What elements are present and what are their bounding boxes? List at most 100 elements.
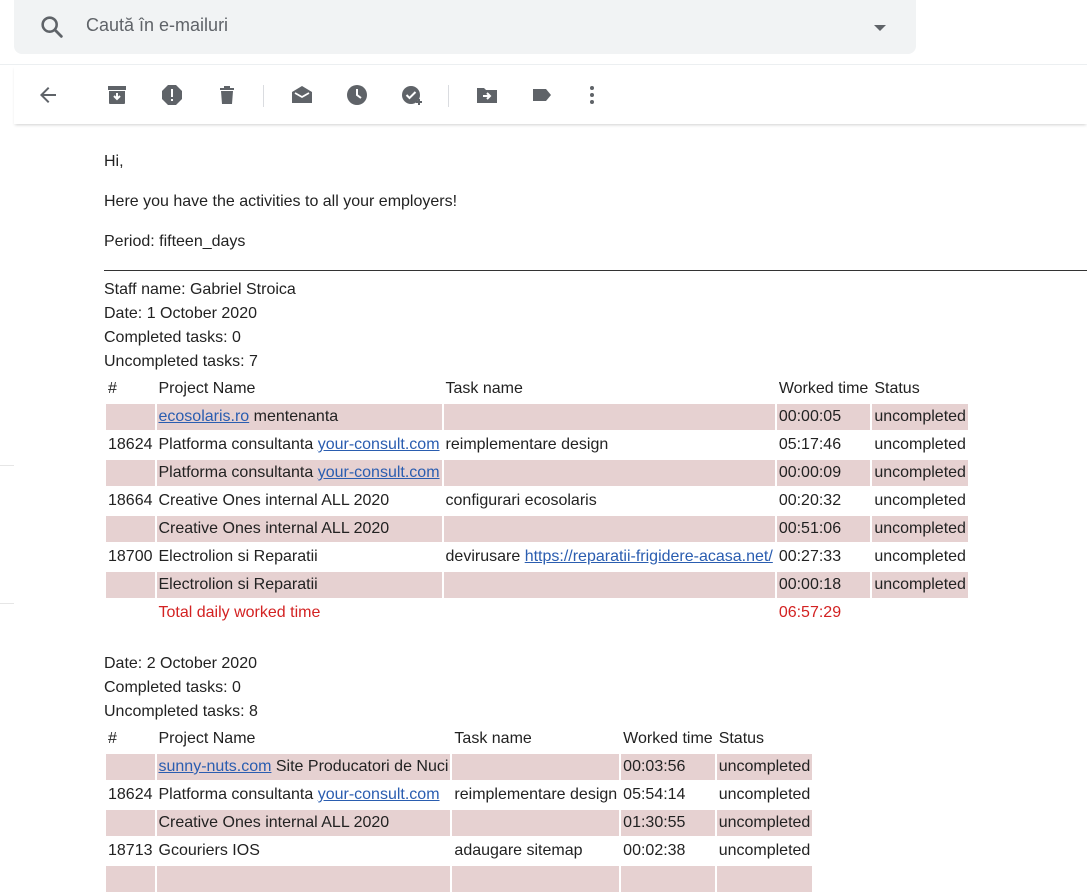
header-worked: Worked time <box>778 380 869 397</box>
task-id: 18713 <box>108 842 153 859</box>
table-row: 18624 Platforma consultanta your-consult… <box>106 432 968 458</box>
project-text: Platforma consultanta <box>158 786 318 803</box>
header-num: # <box>108 380 117 397</box>
task-id <box>106 754 155 780</box>
project-link[interactable]: your-consult.com <box>318 786 440 803</box>
task-name: adaugare sitemap <box>454 842 583 859</box>
table-row: Electrolion si Reparatii 00:00:18 uncomp… <box>106 572 968 598</box>
worked-time: 00:03:56 <box>621 754 715 780</box>
completed-count: Completed tasks: 0 <box>104 679 241 696</box>
header-task: Task name <box>445 380 523 397</box>
header-status: Status <box>718 730 765 747</box>
project-name: Creative Ones internal ALL 2020 <box>158 492 390 509</box>
task-name <box>452 810 620 836</box>
worked-time: 00:51:06 <box>776 516 871 542</box>
header-status: Status <box>874 380 920 397</box>
header-num: # <box>108 730 117 747</box>
trash-icon[interactable] <box>215 83 239 107</box>
search-bar[interactable]: Caută în e-mailuri <box>14 0 916 54</box>
toolbar-separator <box>448 85 449 107</box>
task-id <box>106 404 155 430</box>
task-id: 18624 <box>108 436 153 453</box>
table-row: 18664 Creative Ones internal ALL 2020 co… <box>106 488 968 514</box>
header-project: Project Name <box>158 730 256 747</box>
arrow-back-icon[interactable] <box>36 83 60 107</box>
project-name: Electrolion si Reparatii <box>158 548 318 565</box>
project-link[interactable]: your-consult.com <box>318 436 440 453</box>
worked-time: 05:54:14 <box>623 786 686 803</box>
period-text: Period: fifteen_days <box>104 233 246 250</box>
project-text: Platforma consultanta <box>158 436 318 453</box>
message-toolbar <box>14 66 1087 124</box>
search-input[interactable]: Caută în e-mailuri <box>86 15 228 36</box>
add-task-icon[interactable] <box>400 83 424 107</box>
project-name: Creative Ones internal ALL 2020 <box>156 810 451 836</box>
task-name <box>443 516 775 542</box>
task-name <box>443 572 775 598</box>
table-row: sunny-nuts.com Site Producatori de Nuci … <box>106 754 813 780</box>
project-text: Site Producatori de Nuci <box>271 758 449 775</box>
more-vert-icon[interactable] <box>580 83 604 107</box>
task-status: uncompleted <box>716 754 813 780</box>
day-date: Date: 1 October 2020 <box>104 305 257 322</box>
table-row <box>106 866 813 892</box>
task-name: reimplementare design <box>454 786 618 803</box>
label-icon[interactable] <box>530 83 554 107</box>
task-text: devirusare <box>445 548 525 565</box>
project-link[interactable]: your-consult.com <box>318 464 440 481</box>
task-name <box>443 460 775 486</box>
total-row: Total daily worked time 06:57:29 <box>106 600 968 626</box>
divider <box>0 603 14 604</box>
table-row: Creative Ones internal ALL 2020 01:30:55… <box>106 810 813 836</box>
search-icon[interactable] <box>38 13 66 41</box>
project-name: sunny-nuts.com Site Producatori de Nuci <box>156 754 451 780</box>
worked-time: 05:17:46 <box>778 436 842 453</box>
activity-table: # Project Name Task name Worked time Sta… <box>104 374 970 628</box>
total-time: 06:57:29 <box>778 604 842 621</box>
uncompleted-count: Uncompleted tasks: 8 <box>104 703 258 720</box>
task-status: uncompleted <box>874 548 966 565</box>
task-status: uncompleted <box>716 810 813 836</box>
move-to-icon[interactable] <box>475 83 499 107</box>
day-date: Date: 2 October 2020 <box>104 655 257 672</box>
task-name <box>452 754 620 780</box>
report-spam-icon[interactable] <box>160 83 184 107</box>
table-header-row: # Project Name Task name Worked time Sta… <box>106 726 812 752</box>
task-name: configurari ecosolaris <box>445 492 597 509</box>
project-link[interactable]: sunny-nuts.com <box>159 758 272 775</box>
task-id <box>106 572 155 598</box>
task-id: 18664 <box>108 492 153 509</box>
divider <box>0 465 14 466</box>
greeting: Hi, <box>104 153 124 170</box>
project-text: Platforma consultanta <box>158 464 318 481</box>
project-name: Gcouriers IOS <box>158 842 260 859</box>
arrow-drop-down-icon[interactable] <box>870 18 890 38</box>
task-link[interactable]: https://reparatii-frigidere-acasa.net/ <box>525 548 773 565</box>
worked-time: 00:20:32 <box>778 492 842 509</box>
table-row: Creative Ones internal ALL 2020 00:51:06… <box>106 516 968 542</box>
table-row: 18624 Platforma consultanta your-consult… <box>106 782 812 808</box>
divider <box>0 64 1087 65</box>
task-name: reimplementare design <box>445 436 609 453</box>
toolbar-separator <box>263 85 264 107</box>
worked-time: 00:00:05 <box>776 404 871 430</box>
snooze-icon[interactable] <box>345 83 369 107</box>
task-name: devirusare https://reparatii-frigidere-a… <box>444 544 775 570</box>
project-name: Platforma consultanta your-consult.com <box>157 432 442 458</box>
project-text: mentenanta <box>249 408 339 425</box>
project-name: Platforma consultanta your-consult.com <box>157 782 451 808</box>
worked-time: 00:00:09 <box>776 460 871 486</box>
worked-time: 00:00:18 <box>776 572 871 598</box>
archive-icon[interactable] <box>105 83 129 107</box>
table-row: 18713 Gcouriers IOS adaugare sitemap 00:… <box>106 838 812 864</box>
task-id <box>106 460 155 486</box>
task-status: uncompleted <box>874 436 966 453</box>
project-name: Creative Ones internal ALL 2020 <box>156 516 442 542</box>
task-status: uncompleted <box>874 492 966 509</box>
table-row: ecosolaris.ro mentenanta 00:00:05 uncomp… <box>106 404 968 430</box>
task-name <box>443 404 775 430</box>
task-id <box>106 810 155 836</box>
completed-count: Completed tasks: 0 <box>104 329 241 346</box>
mark-unread-icon[interactable] <box>290 83 314 107</box>
project-link[interactable]: ecosolaris.ro <box>159 408 250 425</box>
